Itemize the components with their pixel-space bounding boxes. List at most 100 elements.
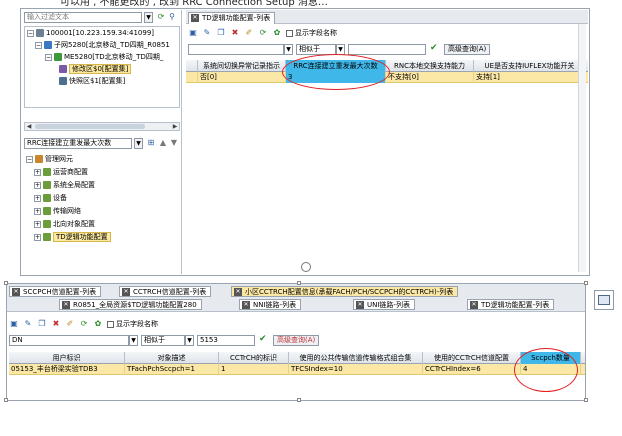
edit-icon[interactable]: ✎ — [23, 319, 33, 329]
sync-icon[interactable]: ✿ — [272, 28, 282, 38]
close-icon[interactable]: ✕ — [122, 288, 130, 296]
arrow-up-icon[interactable]: ▲ — [158, 138, 168, 148]
collapse-icon[interactable]: − — [35, 41, 42, 49]
refresh-icon[interactable]: ⟳ — [79, 319, 89, 329]
arrow-down-icon[interactable]: ▼ — [169, 138, 179, 148]
show-field-name-checkbox[interactable] — [286, 29, 293, 37]
tab-cctrch-list[interactable]: ✕ CCTRCH信道配置-列表 — [119, 286, 212, 297]
tree-node[interactable]: + 系统全局配置 — [34, 180, 95, 191]
close-icon[interactable]: ✕ — [62, 301, 70, 309]
column-header[interactable]: 使用的公共传输信道传输格式组合集 — [289, 352, 423, 364]
refresh-icon[interactable]: ⟳ — [258, 28, 268, 38]
sync-icon[interactable]: ✿ — [93, 319, 103, 329]
query-value-input[interactable] — [348, 44, 426, 55]
resize-handle[interactable] — [4, 281, 8, 285]
expand-icon[interactable]: + — [34, 181, 41, 189]
confirm-icon[interactable]: ✔ — [430, 43, 438, 53]
collapse-icon[interactable]: − — [26, 155, 33, 163]
tree-node[interactable]: 快照区$1[配置集] — [59, 76, 125, 87]
filter-dropdown-icon[interactable]: ▼ — [144, 12, 153, 23]
resize-handle[interactable] — [584, 281, 588, 285]
search-icon[interactable]: ⚲ — [167, 12, 177, 22]
close-icon[interactable]: ✕ — [356, 301, 364, 309]
field-select[interactable] — [188, 44, 284, 55]
tab-td-logic-config[interactable]: ✕ TD逻辑功能配置-列表 — [188, 12, 276, 24]
tree-node[interactable]: + 运营商配置 — [34, 167, 88, 178]
resize-handle[interactable] — [297, 398, 301, 402]
column-header[interactable]: CCTrCH的标识 — [219, 352, 289, 364]
delete-icon[interactable]: ✖ — [51, 319, 61, 329]
advanced-query-button[interactable]: 高级查询(A) — [444, 44, 491, 55]
column-header[interactable]: 使用的CCTrCH信道配置 — [423, 352, 521, 364]
expand-icon[interactable]: + — [34, 168, 41, 176]
layout-options-icon[interactable] — [594, 290, 614, 310]
collapse-icon[interactable]: − — [27, 29, 34, 37]
tab-uni-link-list[interactable]: ✕ UNI链路-列表 — [353, 299, 415, 310]
tree-node[interactable]: − 子网5280[北京移动_TD四期_R0851 — [35, 40, 170, 51]
tree-node[interactable]: + 设备 — [34, 193, 67, 204]
edit-icon[interactable]: ✎ — [202, 28, 212, 38]
tab-global-resource[interactable]: ✕ R0851_全局资源$TD逻辑功能配置280 — [59, 299, 202, 310]
close-icon[interactable]: ✕ — [191, 14, 199, 22]
tab-td-logic-config[interactable]: ✕ TD逻辑功能配置-列表 — [467, 299, 555, 310]
save-icon[interactable]: ▣ — [9, 319, 19, 329]
table-cell[interactable]: 05153_丰台桥梁实验TDB3 — [9, 364, 125, 375]
field-dropdown-icon[interactable]: ▼ — [284, 44, 293, 55]
resize-handle[interactable] — [297, 281, 301, 285]
tab-cell-cctrch-list[interactable]: ✕ 小区CCTRCH配置信息(承载FACH/PCH/SCCPCH的CCTRCH)-… — [231, 286, 459, 297]
expand-icon[interactable]: + — [34, 207, 41, 215]
resize-handle[interactable] — [4, 398, 8, 402]
table-cell[interactable]: 否[0] — [198, 72, 286, 83]
tree-node[interactable]: + 北向对象配置 — [34, 219, 95, 230]
copy-icon[interactable]: ❐ — [216, 28, 226, 38]
combo-dropdown-icon[interactable]: ▼ — [134, 138, 143, 149]
delete-icon[interactable]: ✖ — [230, 28, 240, 38]
operator-select[interactable]: 相似于 — [141, 335, 185, 346]
modify-icon[interactable]: ✐ — [244, 28, 254, 38]
field-select[interactable]: DN — [9, 335, 129, 346]
close-icon[interactable]: ✕ — [12, 288, 20, 296]
tree-node[interactable]: − ME5280[TD北京移动_TD四期_ — [45, 52, 163, 63]
operator-dropdown-icon[interactable]: ▼ — [185, 335, 194, 346]
resize-handle[interactable] — [584, 398, 588, 402]
table-cell[interactable]: 1 — [219, 364, 289, 375]
filter-input[interactable]: 输入过滤文本 — [24, 12, 142, 23]
table-cell[interactable]: CCTrCHIndex=6 — [423, 364, 521, 375]
scrollbar-thumb[interactable] — [35, 124, 145, 129]
scroll-right-icon[interactable]: ▶ — [171, 123, 179, 130]
confirm-icon[interactable]: ✔ — [259, 334, 267, 344]
table-cell[interactable]: 不支持[0] — [386, 72, 474, 83]
column-header[interactable]: UE是否支持IUFLEX功能开关 — [474, 60, 586, 72]
table-row[interactable]: 05153_丰台桥梁实验TDB3 TFachPchSccpch=1 1 TFCS… — [9, 364, 585, 375]
tree-node-selected[interactable]: 修改区$0[配置集] — [59, 64, 132, 75]
query-value-input[interactable]: 5153 — [197, 335, 255, 346]
column-header[interactable]: 对象描述 — [125, 352, 219, 364]
close-icon[interactable]: ✕ — [242, 301, 250, 309]
refresh-icon[interactable]: ⟳ — [156, 12, 166, 22]
expand-icon[interactable]: + — [34, 220, 41, 228]
column-header[interactable]: RNC本地交换支持能力 — [386, 60, 474, 72]
show-field-name-checkbox[interactable] — [107, 320, 114, 328]
collapse-icon[interactable]: − — [45, 53, 52, 61]
expand-icon[interactable]: + — [34, 194, 41, 202]
tree-node[interactable]: + 传输网络 — [34, 206, 81, 217]
tree-horizontal-scrollbar[interactable]: ◀ ▶ — [24, 122, 180, 131]
table-cell[interactable]: 支持[1] — [474, 72, 586, 83]
field-dropdown-icon[interactable]: ▼ — [129, 335, 138, 346]
tree-node[interactable]: − 管理网元 — [26, 154, 73, 165]
advanced-query-button[interactable]: 高级查询(A) — [273, 335, 320, 346]
tree-node-selected[interactable]: + TD逻辑功能配置 — [34, 232, 111, 243]
scroll-left-icon[interactable]: ◀ — [25, 123, 33, 130]
table-cell[interactable]: TFCSIndex=10 — [289, 364, 423, 375]
expand-icon[interactable]: + — [34, 233, 41, 241]
column-header[interactable]: 系统间切换异常记录指示 — [198, 60, 286, 72]
locate-icon[interactable]: ⊞ — [146, 138, 156, 148]
tree-node[interactable]: −100001[10.223.159.34:41099] — [27, 28, 154, 39]
close-icon[interactable]: ✕ — [470, 301, 478, 309]
vertical-scrollbar[interactable] — [578, 24, 586, 272]
copy-icon[interactable]: ❐ — [37, 319, 47, 329]
save-icon[interactable]: ▣ — [188, 28, 198, 38]
modify-icon[interactable]: ✐ — [65, 319, 75, 329]
parameter-combo[interactable]: RRC连接建立重发最大次数 — [24, 138, 132, 149]
column-header[interactable]: 用户标识 — [9, 352, 125, 364]
